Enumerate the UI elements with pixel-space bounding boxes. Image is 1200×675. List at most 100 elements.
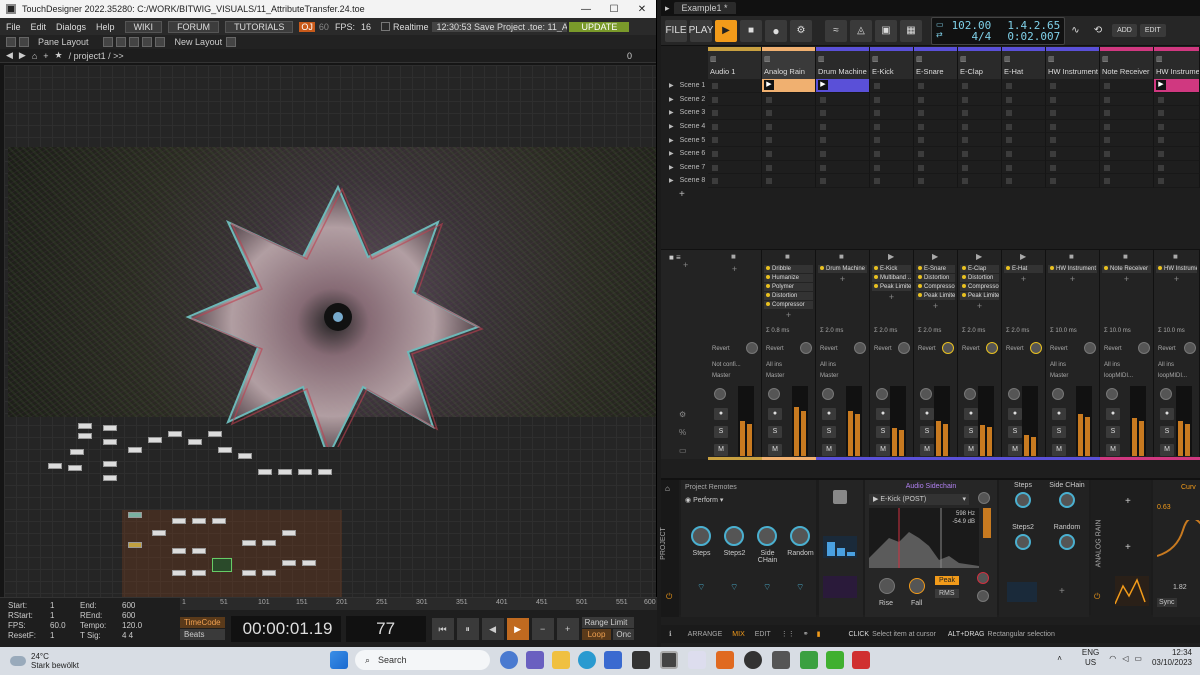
clip-slot[interactable]: [816, 146, 870, 161]
clip-slot[interactable]: [1154, 92, 1200, 107]
mute-button[interactable]: M: [1008, 444, 1022, 456]
pan-knob[interactable]: [1106, 388, 1118, 400]
clip-slot[interactable]: [1154, 119, 1200, 134]
fx-slot[interactable]: Peak Limiter: [916, 292, 955, 300]
mute-button[interactable]: M: [920, 444, 934, 456]
pan-knob[interactable]: [1160, 388, 1172, 400]
unity-icon[interactable]: [632, 651, 650, 669]
modulation-icon[interactable]: ⌔: [697, 582, 705, 593]
position-value[interactable]: 1.4.2.65: [1007, 20, 1060, 31]
clip-slot[interactable]: [958, 174, 1002, 188]
clip-slot[interactable]: [762, 106, 816, 120]
mute-button[interactable]: M: [1052, 444, 1066, 456]
stop-icon[interactable]: ■: [740, 19, 762, 42]
send-knob[interactable]: [942, 342, 954, 354]
clip-slot[interactable]: [1100, 160, 1154, 175]
track-play-icon[interactable]: ■: [1069, 252, 1074, 261]
clip-slot[interactable]: [762, 119, 816, 134]
minimize-icon[interactable]: —: [572, 4, 600, 15]
clip-slot[interactable]: [816, 106, 870, 120]
touchdesigner-icon[interactable]: [660, 651, 678, 669]
solo-button[interactable]: S: [768, 426, 782, 438]
revert-label[interactable]: Revert: [874, 346, 892, 352]
clip-slot[interactable]: [1100, 174, 1154, 188]
copilot-icon[interactable]: [500, 651, 518, 669]
app-icon[interactable]: [772, 651, 790, 669]
add-fx-icon[interactable]: +: [816, 274, 869, 284]
play-button[interactable]: ▶: [506, 618, 529, 640]
home-icon[interactable]: ⌂: [32, 51, 37, 61]
clip-slot[interactable]: [870, 133, 914, 147]
chevron-up-icon[interactable]: ˄: [1057, 654, 1062, 663]
language-indicator[interactable]: ENG US: [1082, 648, 1099, 668]
clip-slot[interactable]: [1002, 146, 1046, 161]
add-icon[interactable]: +: [43, 51, 48, 61]
add-scene-icon[interactable]: +: [661, 188, 708, 202]
clip-slot[interactable]: [708, 92, 762, 107]
revert-label[interactable]: Revert: [712, 346, 730, 352]
tempo-value[interactable]: 102.00: [952, 20, 992, 31]
revert-label[interactable]: Revert: [1104, 346, 1122, 352]
clip-slot[interactable]: [1046, 106, 1100, 120]
curve-value-2[interactable]: 1.82: [1173, 584, 1187, 591]
add-fx-icon[interactable]: +: [1046, 274, 1099, 284]
menu-file[interactable]: File: [6, 22, 21, 32]
clip-slot[interactable]: [914, 146, 958, 161]
send-knob[interactable]: [986, 342, 998, 354]
fx-slot[interactable]: Drum Machine: [818, 265, 867, 273]
minus-button[interactable]: −: [531, 618, 554, 640]
clip-play-icon[interactable]: ▶: [818, 80, 828, 90]
pane-layout-label[interactable]: Pane Layout: [38, 37, 89, 47]
clip-slot[interactable]: [762, 160, 816, 175]
beats-toggle[interactable]: Beats: [180, 629, 225, 640]
revert-label[interactable]: Revert: [1006, 346, 1024, 352]
clip-slot[interactable]: [762, 133, 816, 147]
level-meter[interactable]: [1176, 386, 1192, 456]
pan-knob[interactable]: [714, 388, 726, 400]
clip-slot[interactable]: [1100, 106, 1154, 120]
clip-slot[interactable]: [1100, 92, 1154, 107]
clip-slot[interactable]: [708, 174, 762, 188]
fx-slot[interactable]: Compressor: [916, 283, 955, 291]
clip-slot[interactable]: [708, 146, 762, 161]
clip-slot[interactable]: [958, 119, 1002, 134]
mute-button[interactable]: M: [1106, 444, 1120, 456]
scene-row[interactable]: ▶ Scene 2: [661, 93, 708, 107]
wiki-button[interactable]: WIKI: [124, 20, 163, 33]
add-fx-icon[interactable]: +: [708, 264, 761, 274]
send-knob[interactable]: [1184, 342, 1196, 354]
clip-slot[interactable]: [870, 160, 914, 175]
add-fx-icon[interactable]: +: [958, 301, 1001, 311]
tutorials-button[interactable]: TUTORIALS: [225, 20, 294, 33]
clip-slot[interactable]: [958, 146, 1002, 161]
mixer-menu-icon[interactable]: ■ ≡: [669, 253, 681, 262]
clip-slot[interactable]: [1046, 119, 1100, 134]
steps-preview[interactable]: [823, 536, 857, 558]
add-modulator-icon[interactable]: +: [1059, 586, 1065, 597]
level-meter[interactable]: [738, 386, 754, 456]
grid-mode-icon[interactable]: ⋮⋮: [781, 630, 795, 638]
clip-slot[interactable]: [1100, 133, 1154, 147]
track-play-icon[interactable]: ■: [731, 252, 736, 261]
clip-slot[interactable]: [1046, 92, 1100, 107]
level-meter[interactable]: [1022, 386, 1038, 456]
track-header[interactable]: ▥ E-Kick: [870, 47, 914, 79]
bitwig-icon[interactable]: [716, 651, 734, 669]
mod-preview[interactable]: [1007, 582, 1037, 602]
solo-button[interactable]: S: [1052, 426, 1066, 438]
clip-slot[interactable]: [1100, 119, 1154, 134]
grid-icon[interactable]: ▦: [900, 19, 922, 42]
sidechain-source-dropdown[interactable]: ▶ E-Kick (POST) ▾: [869, 494, 969, 505]
add-layout-icon[interactable]: [226, 37, 237, 47]
revert-label[interactable]: Revert: [962, 346, 980, 352]
timecode-display[interactable]: 00:00:01.19: [230, 616, 341, 642]
clip-slot[interactable]: [914, 174, 958, 188]
fx-slot[interactable]: Distortion: [916, 274, 955, 282]
mix-tab[interactable]: MIX: [732, 631, 744, 638]
solo-button[interactable]: S: [964, 426, 978, 438]
level-meter[interactable]: [1076, 386, 1092, 456]
app-icon-2[interactable]: [800, 651, 818, 669]
revert-label[interactable]: Revert: [820, 346, 838, 352]
add-track-icon[interactable]: +: [683, 260, 688, 270]
once-toggle[interactable]: Onc: [613, 629, 635, 640]
